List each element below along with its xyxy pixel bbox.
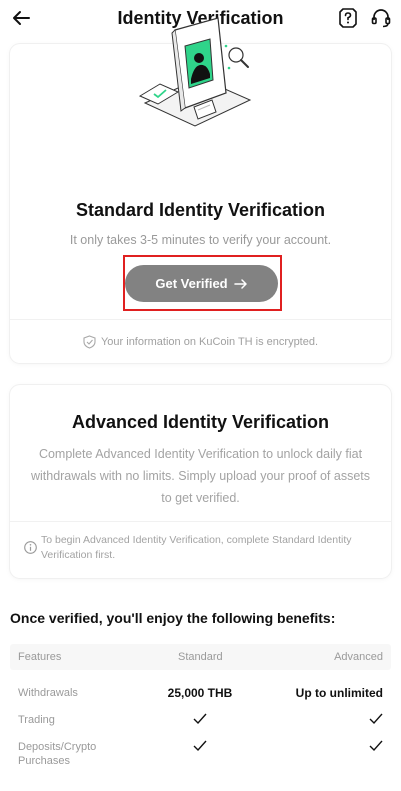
table-row: Trading [0,713,401,741]
feature-label: Trading [18,714,55,726]
info-icon [24,541,37,554]
check-icon [369,713,383,725]
check-icon [369,740,383,752]
card-divider [10,319,391,320]
standard-verification-subtitle: It only takes 3-5 minutes to verify your… [69,233,332,247]
id-verification-illustration [138,17,252,127]
header-features: Features [18,651,62,663]
header-advanced: Advanced [334,651,383,663]
get-verified-label: Get Verified [155,276,228,291]
headset-icon[interactable] [370,7,392,29]
check-icon [193,713,207,725]
advanced-prerequisite-text: To begin Advanced Identity Verification,… [41,534,352,561]
table-row: Deposits/Crypto Purchases [0,740,401,776]
feature-label: Deposits/Crypto Purchases [18,741,97,767]
shield-check-icon [83,335,96,349]
advanced-value: Up to unlimited [295,686,383,700]
check-icon [193,740,207,752]
advanced-verification-description: Complete Advanced Identity Verification … [30,447,371,505]
card-divider [10,521,391,522]
standard-value: 25,000 THB [167,686,233,700]
benefits-table-header: Features Standard Advanced [10,644,391,670]
table-row: Withdrawals 25,000 THB Up to unlimited [0,686,401,714]
advanced-verification-title: Advanced Identity Verification [71,412,330,432]
feature-label: Withdrawals [18,687,78,699]
encryption-note-text: Your information on KuCoin TH is encrypt… [100,336,319,348]
header-standard: Standard [178,651,223,663]
arrow-right-icon [233,278,247,289]
get-verified-button[interactable]: Get Verified [125,265,278,302]
standard-verification-title: Standard Identity Verification [75,200,326,220]
benefits-title: Once verified, you'll enjoy the followin… [10,610,336,626]
question-box-icon[interactable] [337,7,359,29]
encryption-note: Your information on KuCoin TH is encrypt… [0,335,401,349]
